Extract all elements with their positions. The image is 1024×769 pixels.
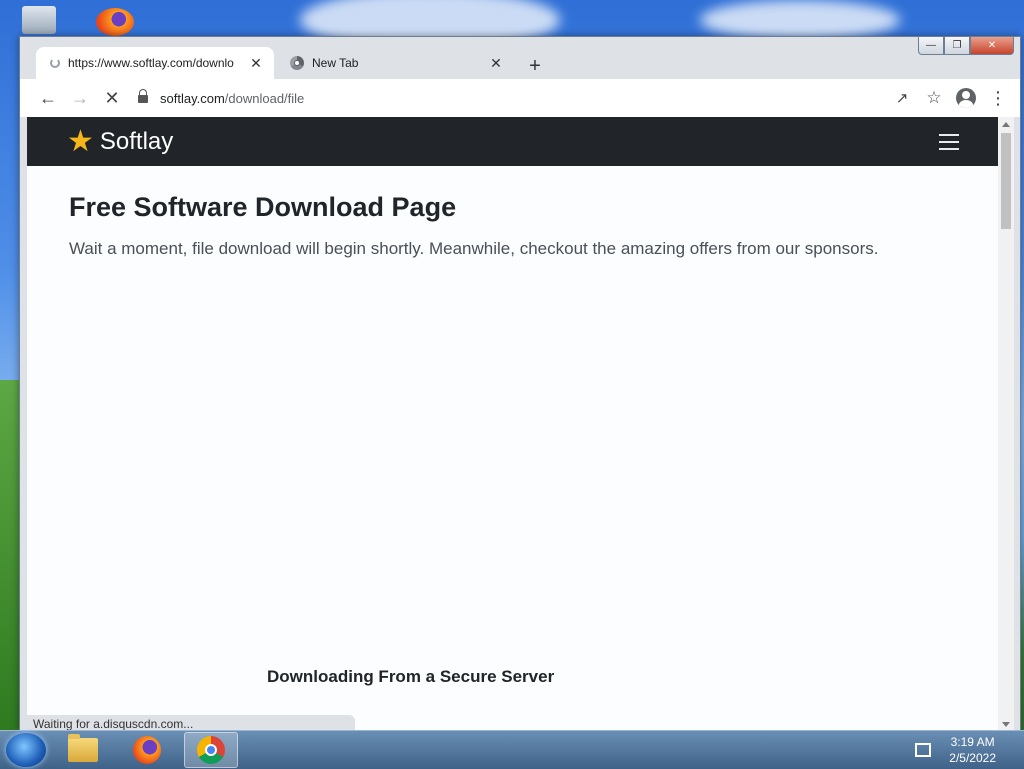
- taskbar-firefox[interactable]: [120, 732, 174, 768]
- menu-kebab-icon[interactable]: ⋮: [982, 82, 1014, 114]
- chrome-icon: [197, 736, 225, 764]
- folder-icon: [68, 734, 98, 762]
- loading-spinner-icon: [50, 58, 60, 68]
- brand-name: Softlay: [99, 127, 174, 155]
- url-domain: softlay.com: [160, 90, 225, 106]
- address-bar[interactable]: softlay.com/download/file: [128, 83, 886, 113]
- wait-message: Wait a moment, file download will begin …: [69, 239, 879, 258]
- firefox-icon: [133, 736, 161, 764]
- tab-softlay[interactable]: https://www.softlay.com/downlo ✕: [36, 47, 274, 79]
- site-navbar: ★ Softlay: [27, 117, 999, 166]
- secure-server-heading: Downloading From a Secure Server: [267, 667, 555, 686]
- page-title: Free Software Download Page: [69, 192, 457, 222]
- firefox-desktop-icon[interactable]: [96, 8, 134, 36]
- clock-time: 3:19 AM: [950, 735, 995, 749]
- avatar: [956, 88, 976, 108]
- url-path: /download/file: [224, 90, 305, 106]
- share-icon[interactable]: ↗: [886, 82, 918, 114]
- hamburger-menu-icon[interactable]: [939, 133, 959, 150]
- back-arrow-icon[interactable]: ←: [32, 82, 64, 114]
- scroll-thumb[interactable]: [1001, 133, 1011, 229]
- forward-arrow-icon[interactable]: →: [64, 82, 96, 114]
- clock[interactable]: 3:19 AM 2/5/2022: [949, 734, 996, 766]
- close-tab-icon[interactable]: ✕: [488, 55, 504, 72]
- profile-icon[interactable]: [950, 82, 982, 114]
- taskbar-chrome[interactable]: [184, 732, 238, 768]
- tab-title: https://www.softlay.com/downlo: [68, 56, 234, 70]
- main-content: Free Software Download Page Wait a momen…: [27, 166, 999, 285]
- chrome-favicon-icon: [290, 56, 304, 70]
- lock-icon: [138, 89, 148, 103]
- bookmark-star-icon[interactable]: ☆: [918, 82, 950, 114]
- close-tab-icon[interactable]: ✕: [248, 55, 264, 72]
- browser-window: — ❐ ✕ https://www.softlay.com/downlo ✕ N…: [19, 36, 1021, 736]
- page-viewport: ★ Softlay Free Software Download Page Wa…: [27, 117, 999, 731]
- site-logo[interactable]: ★ Softlay: [67, 124, 174, 158]
- start-button[interactable]: [6, 733, 46, 767]
- taskbar: 3:19 AM 2/5/2022: [0, 730, 1024, 769]
- network-icon[interactable]: [915, 743, 932, 757]
- browser-toolbar: ← → ✕ softlay.com/download/file ↗ ☆ ⋮: [20, 79, 1020, 117]
- stop-loading-icon[interactable]: ✕: [96, 82, 128, 114]
- tab-title: New Tab: [312, 56, 359, 70]
- tab-strip: https://www.softlay.com/downlo ✕ New Tab…: [20, 43, 1020, 79]
- vertical-scrollbar[interactable]: [998, 117, 1014, 731]
- scroll-up-arrow-icon[interactable]: [1002, 122, 1010, 127]
- taskbar-file-explorer[interactable]: [56, 732, 110, 768]
- star-icon: ★: [67, 124, 94, 158]
- status-bar: Waiting for a.disquscdn.com...: [27, 715, 355, 731]
- tab-new-tab[interactable]: New Tab ✕: [276, 47, 514, 79]
- recycle-bin-icon[interactable]: [22, 6, 56, 34]
- scroll-down-arrow-icon[interactable]: [1002, 722, 1010, 727]
- clock-date: 2/5/2022: [949, 751, 996, 765]
- new-tab-button[interactable]: +: [522, 53, 548, 79]
- system-tray: 3:19 AM 2/5/2022: [915, 731, 1024, 769]
